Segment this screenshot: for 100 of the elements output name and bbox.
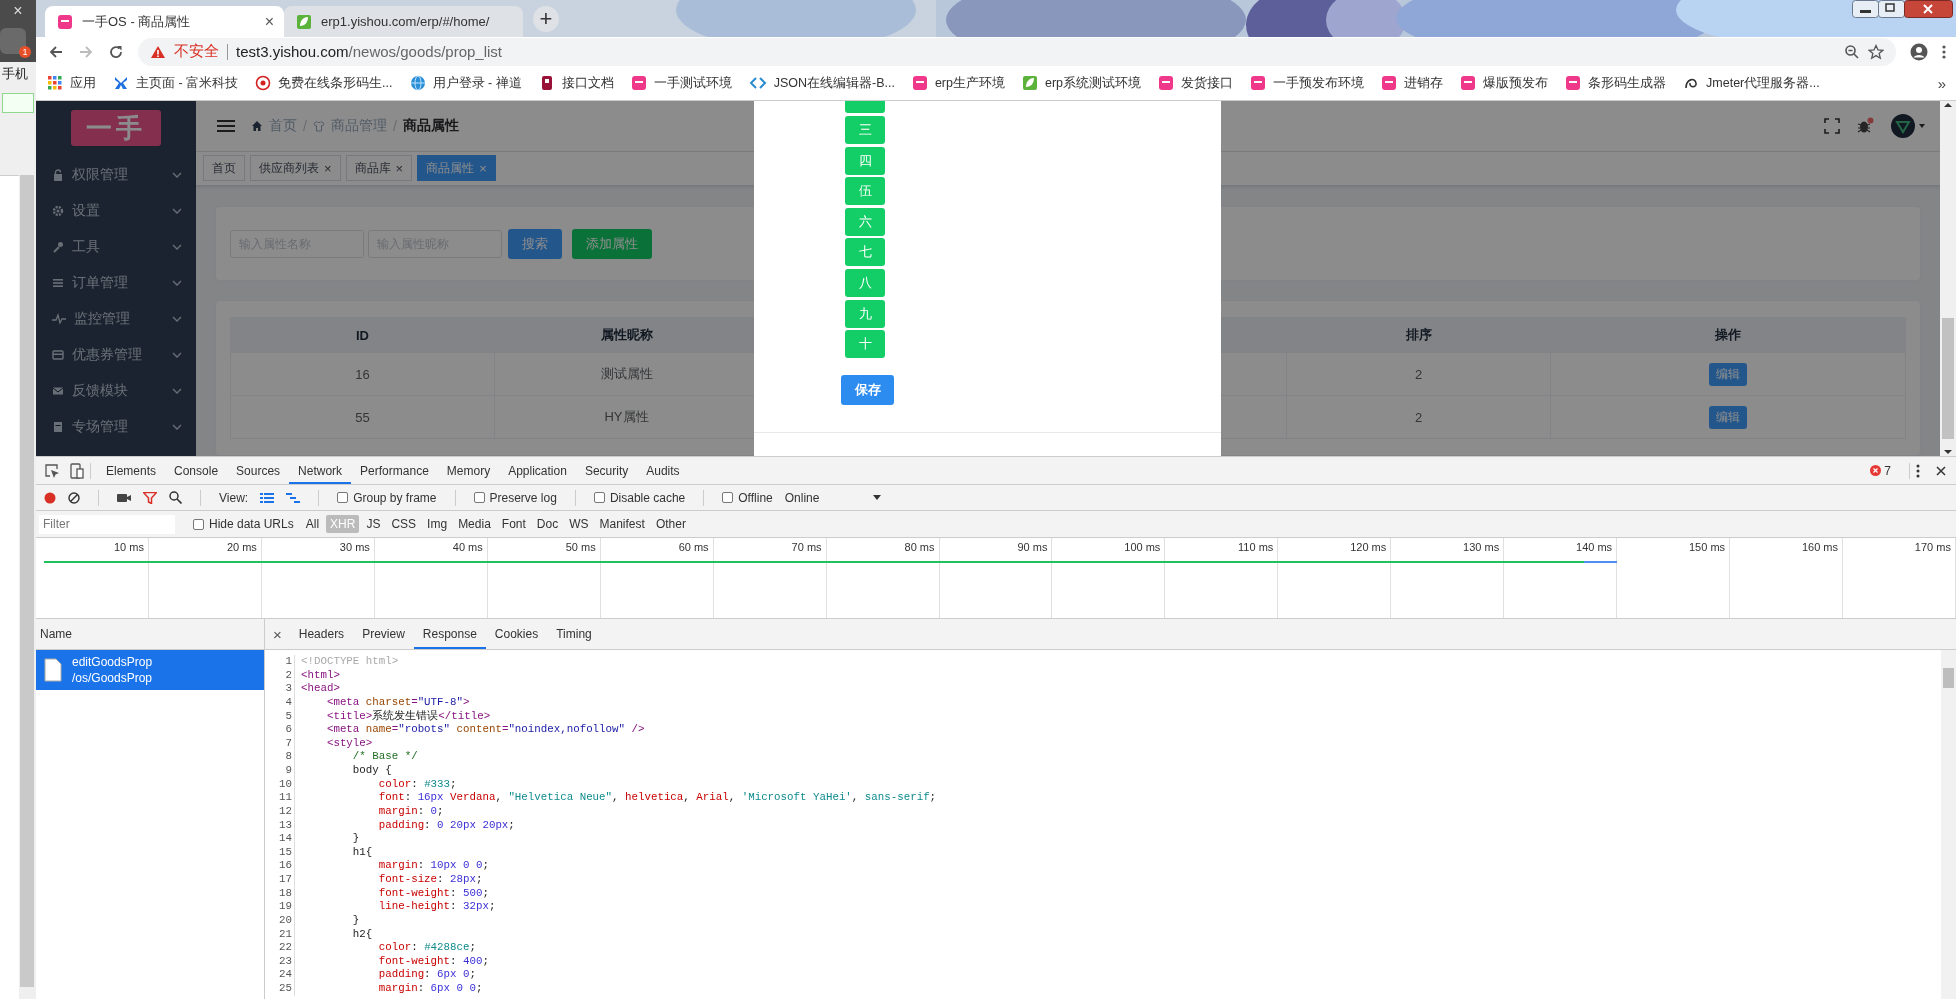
type-filter[interactable]: JS: [362, 515, 385, 533]
camera-icon[interactable]: [117, 491, 131, 504]
more-bookmarks-button[interactable]: »: [1937, 74, 1946, 92]
checkbox-label[interactable]: Offline: [738, 490, 773, 505]
devtools-tab[interactable]: Security: [575, 457, 638, 484]
devtools-tab[interactable]: Performance: [351, 457, 438, 484]
avatar-icon[interactable]: [1890, 112, 1926, 139]
bookmark[interactable]: erp系统测试环境: [1022, 74, 1142, 92]
detail-tab[interactable]: Cookies: [485, 619, 548, 649]
detail-tab[interactable]: Response: [413, 619, 486, 649]
scrollbar[interactable]: [1940, 101, 1956, 456]
devtools-tab[interactable]: Memory: [437, 457, 500, 484]
profile-icon[interactable]: [1910, 42, 1928, 61]
page-tab[interactable]: 首页: [203, 155, 245, 182]
scrollbar[interactable]: [20, 175, 34, 987]
bookmark[interactable]: 一手测试环境: [630, 74, 732, 92]
checkbox[interactable]: [337, 492, 349, 503]
back-icon[interactable]: [48, 43, 64, 60]
filter-field[interactable]: Filter: [39, 514, 175, 534]
detail-tab[interactable]: Timing: [547, 619, 601, 649]
tile-icon: [911, 75, 928, 91]
bookmark[interactable]: 爆版预发布: [1460, 74, 1549, 92]
reload-icon[interactable]: [108, 43, 124, 60]
checkbox[interactable]: [473, 492, 485, 503]
checkbox-label[interactable]: Hide data URLs: [209, 517, 294, 531]
bookmark[interactable]: 接口文档: [538, 74, 614, 92]
checkbox[interactable]: [193, 518, 204, 530]
bookmark[interactable]: 应用: [47, 74, 96, 92]
page-tab[interactable]: 供应商列表 ×: [250, 155, 341, 182]
devtools-tab[interactable]: Network: [289, 457, 352, 484]
close-icon[interactable]: ×: [264, 12, 274, 31]
devtools-tab[interactable]: Elements: [97, 457, 166, 484]
bookmark[interactable]: JSON在线编辑器-B...: [748, 74, 895, 92]
type-filter[interactable]: CSS: [387, 515, 421, 533]
type-filter[interactable]: Doc: [532, 515, 563, 533]
detail-tab[interactable]: Preview: [353, 619, 414, 649]
waterfall-icon[interactable]: [286, 491, 301, 504]
devtools-tab[interactable]: Audits: [637, 457, 689, 484]
type-filter[interactable]: Font: [497, 515, 530, 533]
bookmark[interactable]: Jmeter代理服务器...: [1683, 74, 1820, 92]
devtools-tab[interactable]: Application: [499, 457, 576, 484]
scrollbar[interactable]: [1941, 650, 1956, 999]
checkbox[interactable]: [593, 492, 605, 503]
bug-icon[interactable]: [1856, 116, 1874, 135]
zoom-icon[interactable]: [1844, 43, 1860, 60]
search-icon[interactable]: [169, 491, 182, 504]
bookmark[interactable]: 条形码生成器: [1565, 74, 1667, 92]
bookmark[interactable]: erp生产环境: [911, 74, 1005, 92]
line-number: 2: [284, 668, 293, 683]
close-icon[interactable]: ×: [324, 160, 332, 176]
bookmark[interactable]: 发货接口: [1158, 74, 1234, 92]
menu-icon[interactable]: [217, 118, 235, 133]
browser-tab[interactable]: erp1.yishou.com/erp/#/home/: [284, 6, 523, 37]
bookmark[interactable]: 进销存: [1381, 74, 1444, 92]
column-header[interactable]: Name: [40, 627, 72, 641]
device-icon[interactable]: [70, 462, 84, 479]
type-filter[interactable]: Other: [651, 515, 690, 533]
devtools-tab[interactable]: Console: [165, 457, 228, 484]
menu-icon[interactable]: [1942, 43, 1946, 60]
close-icon[interactable]: ×: [395, 160, 404, 176]
address-bar[interactable]: 不安全 test3.yishou.com/newos/goods/prop_list: [138, 37, 1896, 66]
close-button[interactable]: ×: [273, 625, 282, 643]
star-icon[interactable]: [1868, 43, 1884, 60]
filter-icon[interactable]: [143, 491, 157, 504]
bookmark[interactable]: 用户登录 - 禅道: [409, 74, 522, 92]
inspect-icon[interactable]: [44, 462, 60, 479]
checkbox-label[interactable]: Disable cache: [609, 490, 686, 505]
clear-icon[interactable]: [68, 491, 80, 504]
type-filter[interactable]: Media: [454, 515, 495, 533]
bookmark[interactable]: 免费在线条形码生...: [255, 74, 393, 92]
devtools-tab[interactable]: Sources: [227, 457, 290, 484]
close-icon[interactable]: [1936, 465, 1946, 476]
type-filter[interactable]: Img: [423, 515, 452, 533]
request-row[interactable]: editGoodsProp /os/GoodsProp: [36, 650, 264, 690]
scroll-thumb[interactable]: [1942, 318, 1954, 439]
browser-tab[interactable]: 一手OS - 商品属性 ×: [45, 6, 284, 37]
error-count[interactable]: 7: [1884, 463, 1891, 478]
checkbox-label[interactable]: Preserve log: [489, 490, 557, 505]
bookmark[interactable]: 主页面 - 富米科技: [113, 74, 239, 92]
throttle-select[interactable]: Online: [784, 490, 820, 505]
record-icon[interactable]: [44, 491, 56, 504]
type-filter[interactable]: WS: [565, 515, 593, 533]
type-filter[interactable]: All: [301, 515, 324, 533]
card-icon: [52, 349, 64, 361]
checkbox-label[interactable]: Group by frame: [353, 490, 437, 505]
page-tab[interactable]: 商品库 ×: [345, 155, 413, 182]
chevron-icon: [172, 388, 182, 394]
fullscreen-icon[interactable]: [1824, 117, 1840, 134]
bookmark[interactable]: 一手预发布环境: [1250, 74, 1365, 92]
gear-icon: [52, 205, 64, 217]
warning-icon: [150, 44, 166, 59]
detail-tab[interactable]: Headers: [289, 619, 354, 649]
type-filter[interactable]: Manifest: [595, 515, 649, 533]
leaf-icon: [296, 13, 312, 30]
window-controls-drawing[interactable]: [1852, 0, 1954, 19]
close-button[interactable]: ×: [13, 2, 23, 20]
dropdown-icon[interactable]: [873, 494, 882, 501]
checkbox[interactable]: [722, 492, 734, 503]
list-view-icon[interactable]: [260, 491, 275, 504]
more-icon[interactable]: [1916, 463, 1920, 478]
